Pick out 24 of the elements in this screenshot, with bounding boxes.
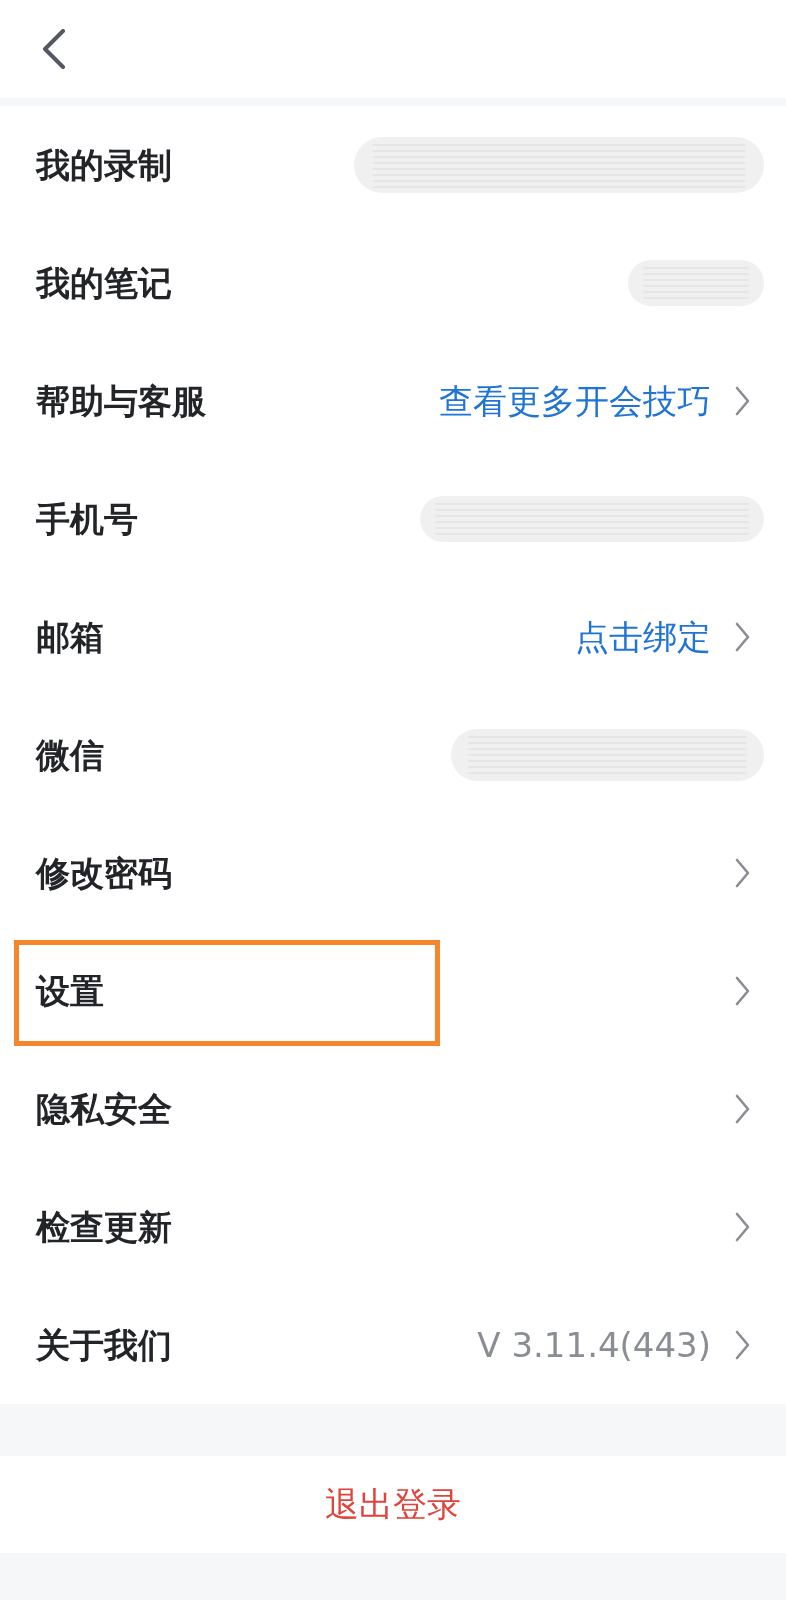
row-label: 关于我们	[36, 1324, 172, 1366]
chevron-right-icon	[735, 1094, 750, 1124]
row-label: 我的录制	[36, 144, 172, 186]
chevron-right-icon	[735, 976, 750, 1006]
row-label: 隐私安全	[36, 1088, 172, 1130]
row-link[interactable]: 点击绑定	[575, 616, 711, 658]
row-label: 邮箱	[36, 616, 104, 658]
row-link[interactable]: 查看更多开会技巧	[439, 380, 711, 422]
row-label: 修改密码	[36, 852, 172, 894]
version-text: V 3.11.4(443)	[477, 1324, 711, 1366]
back-button[interactable]	[40, 27, 68, 71]
row-label: 检查更新	[36, 1206, 172, 1248]
back-chevron-icon	[42, 29, 66, 69]
row-label: 微信	[36, 734, 104, 776]
row-label: 设置	[36, 970, 104, 1012]
chevron-right-icon	[735, 1330, 750, 1360]
row-label: 帮助与客服	[36, 380, 206, 422]
chevron-right-icon	[735, 858, 750, 888]
logout-button[interactable]: 退出登录	[0, 1456, 786, 1553]
row-label: 手机号	[36, 498, 138, 540]
row-label: 我的笔记	[36, 262, 172, 304]
chevron-right-icon	[735, 386, 750, 416]
chevron-right-icon	[735, 622, 750, 652]
chevron-right-icon	[735, 1212, 750, 1242]
